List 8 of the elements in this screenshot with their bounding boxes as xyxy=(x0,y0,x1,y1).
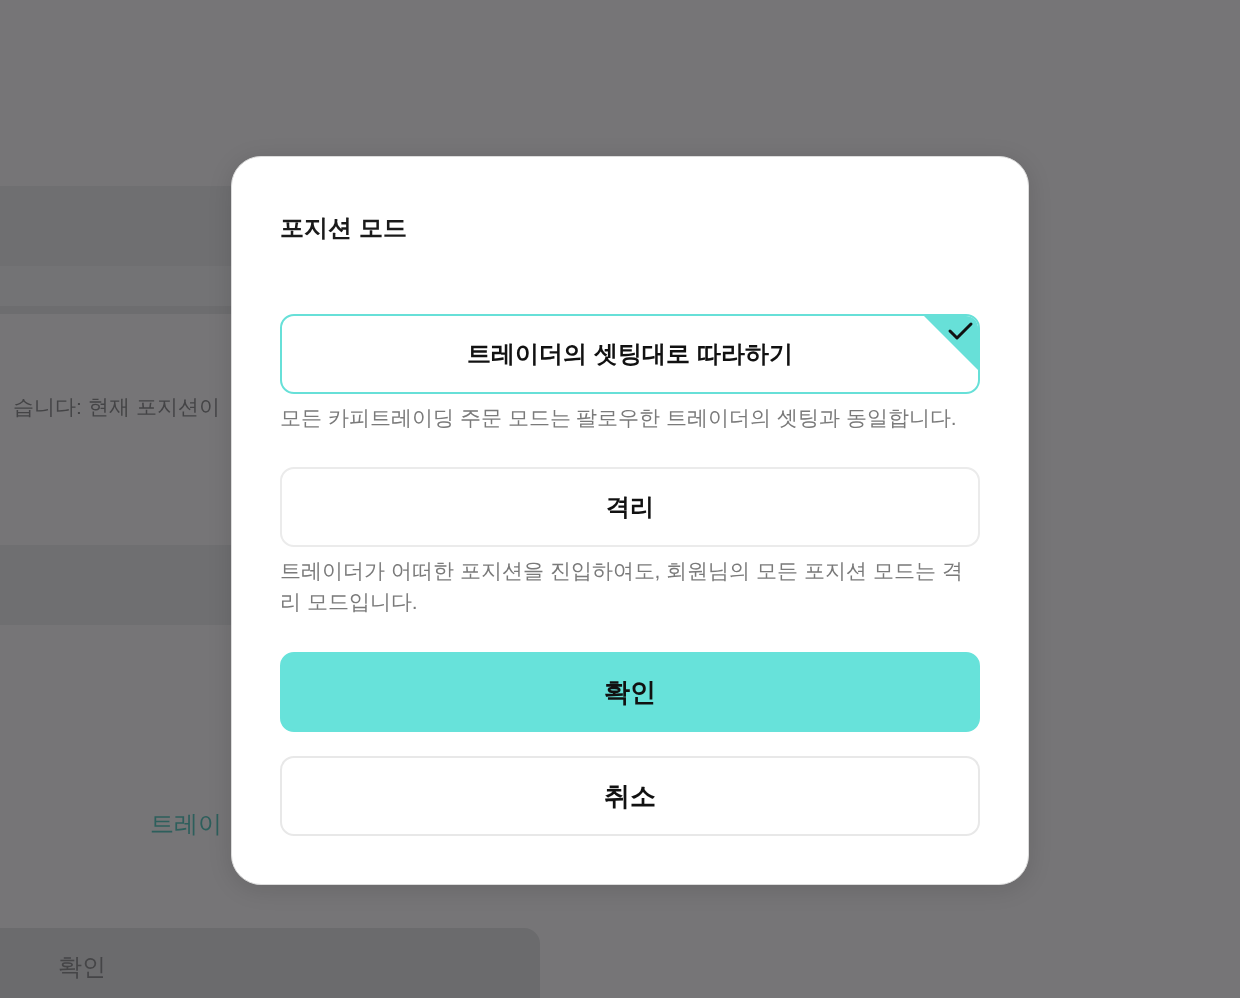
check-icon xyxy=(924,316,978,370)
dialog-title: 포지션 모드 xyxy=(280,213,408,243)
mode-option[interactable]: 트레이더의 셋팅대로 따라하기 xyxy=(280,314,980,394)
mode-option[interactable]: 격리 xyxy=(280,467,980,547)
confirm-button[interactable]: 확인 xyxy=(280,652,980,732)
option-description: 트레이더가 어떠한 포지션을 진입하여도, 회원님의 모든 포지션 모드는 격리 모드입니다. xyxy=(280,558,964,615)
option-description: 모든 카피트레이딩 주문 모드는 팔로우한 트레이더의 셋팅과 동일합니다. xyxy=(280,405,958,431)
cancel-button[interactable]: 취소 xyxy=(280,756,980,836)
